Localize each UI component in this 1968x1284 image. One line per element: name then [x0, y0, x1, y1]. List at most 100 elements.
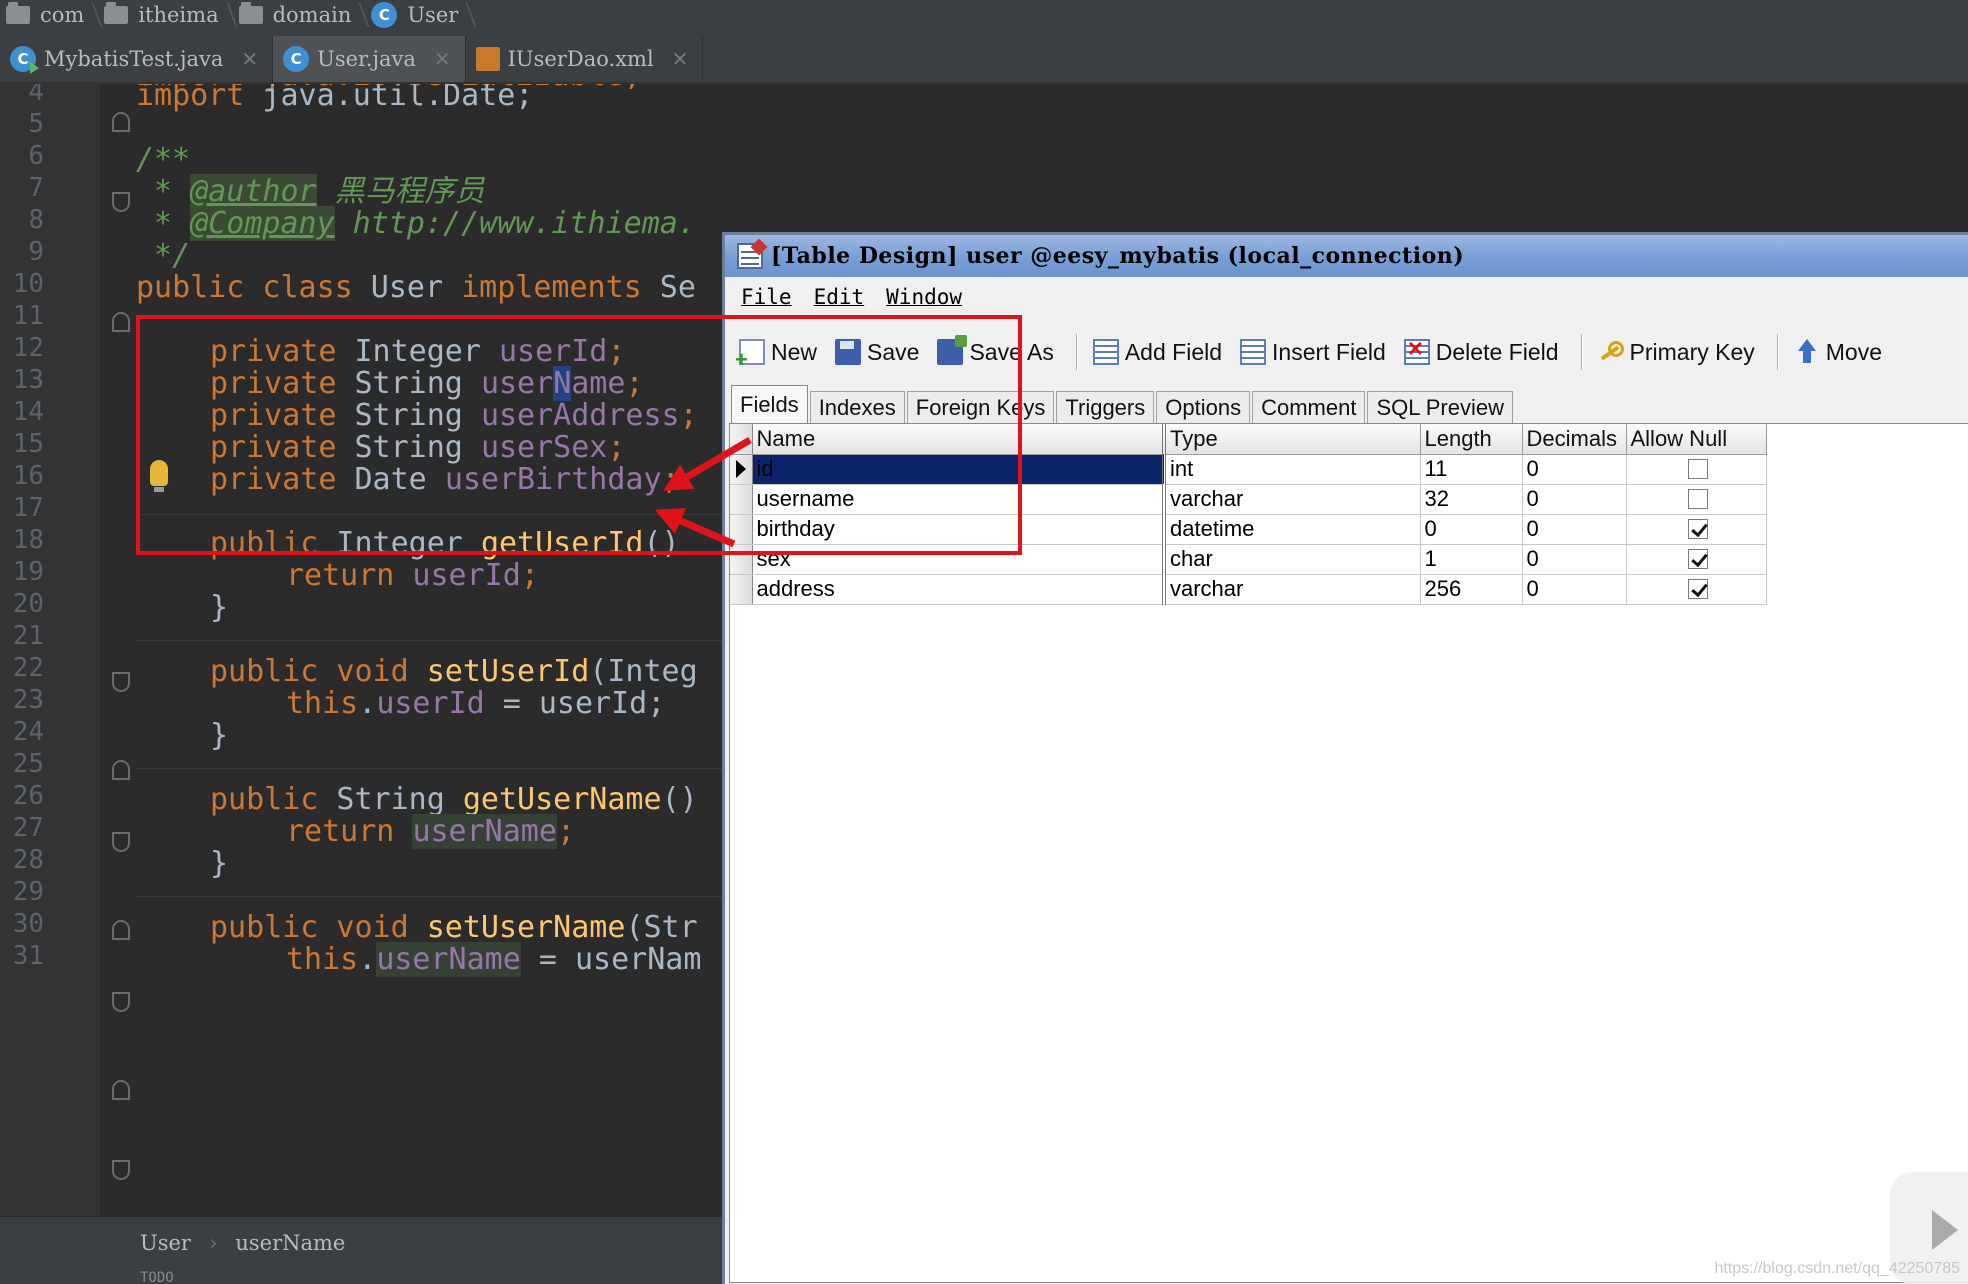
button-label: Primary Key: [1629, 338, 1755, 365]
code-line-20: }: [210, 590, 229, 625]
cell-length[interactable]: 32: [1420, 484, 1523, 515]
fold-icon[interactable]: [112, 760, 130, 780]
allow-null-checkbox[interactable]: [1688, 549, 1708, 569]
fold-icon[interactable]: [112, 1160, 130, 1180]
line-number: 31: [12, 941, 44, 971]
button-label: Delete Field: [1435, 338, 1559, 365]
toolbar-separator: [1075, 334, 1077, 370]
tab-label: MybatisTest.java: [44, 47, 224, 71]
window-title: [Table Design] user @eesy_mybatis (local…: [771, 243, 1465, 269]
fold-icon[interactable]: [112, 192, 130, 212]
close-icon[interactable]: ✕: [241, 47, 258, 71]
java-run-icon: C: [10, 46, 39, 74]
fold-icon[interactable]: [112, 112, 130, 132]
row-selector[interactable]: [730, 574, 753, 605]
menu-file[interactable]: File: [741, 285, 792, 309]
status-path-class[interactable]: User: [140, 1231, 191, 1255]
breadcrumb-label: domain: [272, 3, 352, 27]
primary-key-button[interactable]: Primary Key: [1598, 330, 1755, 374]
todo-tab[interactable]: TODO: [140, 1270, 174, 1284]
cell-type[interactable]: int: [1164, 454, 1421, 485]
breadcrumb-item-itheima[interactable]: itheima: [98, 0, 232, 30]
column-header-type[interactable]: Type: [1164, 424, 1421, 455]
insert-field-icon: [1240, 339, 1267, 365]
add-field-icon: [1092, 339, 1119, 365]
key-icon: [1598, 339, 1624, 365]
close-icon[interactable]: ✕: [672, 47, 689, 71]
folder-icon: [6, 2, 30, 24]
status-path-member[interactable]: userName: [235, 1231, 345, 1255]
table-design-icon: [737, 243, 763, 269]
breadcrumb: com itheima domain C User: [0, 0, 1968, 30]
breadcrumb-item-user[interactable]: C User: [365, 0, 472, 30]
fold-icon[interactable]: [112, 672, 130, 692]
add-field-button[interactable]: Add Field: [1092, 330, 1222, 374]
code-line-31: this.userName = userNam: [286, 942, 702, 977]
tab-comment[interactable]: Comment: [1252, 391, 1366, 423]
tab-user-java[interactable]: C User.java ✕: [273, 36, 466, 82]
code-line-19: return userId;: [286, 558, 539, 593]
fold-icon[interactable]: [112, 992, 130, 1012]
cell-decimals[interactable]: 0: [1522, 514, 1627, 545]
tool-window-bar: TODO: [0, 1268, 724, 1284]
cell-type[interactable]: char: [1164, 544, 1421, 575]
cell-length[interactable]: 0: [1420, 514, 1523, 545]
tab-mybatistest[interactable]: C MybatisTest.java ✕: [0, 36, 274, 82]
allow-null-checkbox[interactable]: [1688, 489, 1708, 509]
code-line-10: public class User implements Se: [136, 270, 696, 305]
breadcrumb-label: com: [40, 3, 85, 27]
insert-field-button[interactable]: Insert Field: [1240, 330, 1386, 374]
cell-length[interactable]: 1: [1420, 544, 1523, 575]
annotation-highlight-box: [136, 315, 1022, 555]
delete-field-button[interactable]: Delete Field: [1403, 330, 1559, 374]
fold-icon[interactable]: [112, 1080, 130, 1100]
cell-type[interactable]: datetime: [1164, 514, 1421, 545]
cell-length[interactable]: 256: [1420, 574, 1523, 605]
fold-icon[interactable]: [112, 832, 130, 852]
xml-file-icon: [475, 47, 500, 71]
menu-edit[interactable]: Edit: [814, 285, 865, 309]
button-label: Insert Field: [1272, 338, 1386, 365]
tab-iuserdao-xml[interactable]: IUserDao.xml ✕: [466, 36, 704, 82]
tab-label: SQL Preview: [1376, 394, 1505, 420]
breadcrumb-item-com[interactable]: com: [0, 0, 98, 30]
fold-icon[interactable]: [112, 920, 130, 940]
tab-label: Triggers: [1065, 394, 1146, 420]
code-editor[interactable]: 4 5 6 7 8 9 10 11 12 13 14 15 16 17 18 19 20 21 22 23 24 25 26…: [0, 84, 724, 1216]
cell-decimals[interactable]: 0: [1522, 454, 1627, 485]
move-button[interactable]: Move: [1794, 330, 1882, 374]
cell-decimals[interactable]: 0: [1522, 544, 1627, 575]
column-header-length[interactable]: Length: [1420, 424, 1523, 455]
allow-null-checkbox[interactable]: [1688, 519, 1708, 539]
table-row[interactable]: address varchar 256 0: [730, 574, 1767, 605]
tab-sql-preview[interactable]: SQL Preview: [1367, 391, 1514, 423]
window-title-bar[interactable]: [Table Design] user @eesy_mybatis (local…: [725, 235, 1968, 277]
cell-type[interactable]: varchar: [1164, 574, 1421, 605]
breadcrumb-item-domain[interactable]: domain: [233, 0, 366, 30]
folder-icon: [238, 2, 263, 24]
menu-window[interactable]: Window: [886, 285, 962, 309]
cell-decimals[interactable]: 0: [1522, 574, 1627, 605]
cell-length[interactable]: 11: [1420, 454, 1523, 485]
cell-type[interactable]: varchar: [1164, 484, 1421, 515]
column-header-decimals[interactable]: Decimals: [1522, 424, 1627, 455]
delete-field-icon: [1403, 333, 1430, 365]
column-header-allow-null[interactable]: Allow Null: [1626, 424, 1767, 455]
allow-null-checkbox[interactable]: [1688, 459, 1708, 479]
close-icon[interactable]: ✕: [434, 47, 451, 71]
allow-null-checkbox[interactable]: [1688, 579, 1708, 599]
editor-breadcrumb: User › userName: [0, 1216, 724, 1268]
toolbar-separator: [1580, 334, 1582, 370]
cell-decimals[interactable]: 0: [1522, 484, 1627, 515]
tab-options[interactable]: Options: [1156, 391, 1251, 423]
tab-triggers[interactable]: Triggers: [1056, 391, 1155, 423]
cell-allow-null: [1626, 514, 1767, 545]
cell-name[interactable]: address: [752, 574, 1166, 605]
menu-bar: File Edit Window: [725, 277, 1968, 317]
code-line-23: this.userId = userId;: [286, 686, 666, 721]
fold-icon[interactable]: [112, 312, 130, 332]
code-line-8: * @Company http://www.ithiema.: [136, 206, 696, 241]
watermark: https://blog.csdn.net/qq_42250785: [1714, 1260, 1960, 1277]
editor-tab-bar: C MybatisTest.java ✕ C User.java ✕ IUser…: [0, 30, 1968, 84]
tab-label: Options: [1165, 394, 1242, 420]
